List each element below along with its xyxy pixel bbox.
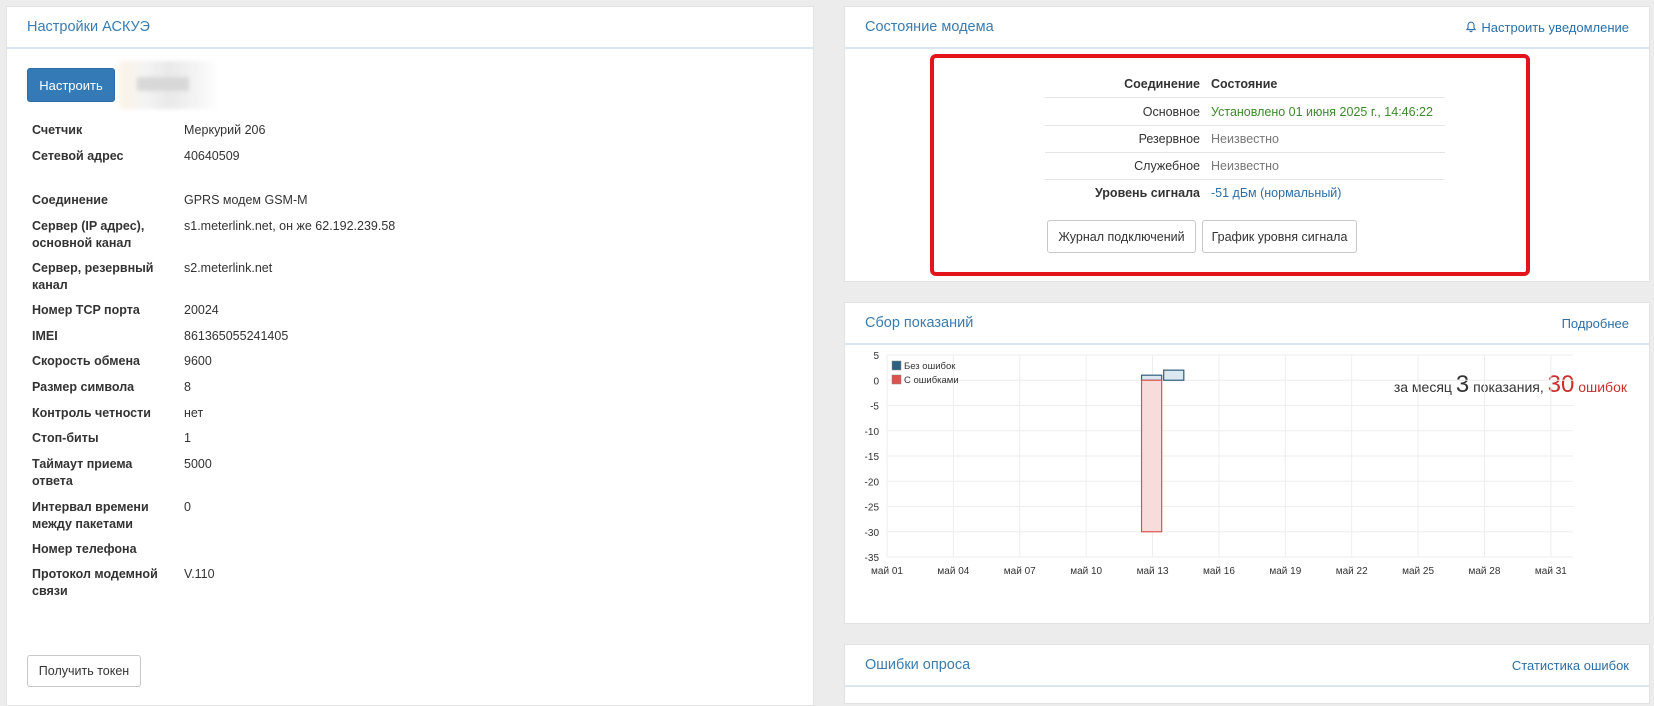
notify-settings-label: Настроить уведомление <box>1481 19 1629 35</box>
x-tick-label: май 10 <box>1070 566 1102 577</box>
errors-panel-title: Ошибки опроса <box>865 657 971 673</box>
y-tick-label: -20 <box>865 477 880 488</box>
signal-value: -51 дБм (нормальный) <box>1211 186 1342 200</box>
bell-icon <box>1466 21 1477 33</box>
connection-name: Резервное <box>1138 132 1200 146</box>
kv-value: 1 <box>184 431 191 445</box>
kv-key: Размер символа <box>32 380 135 394</box>
askue-panel-title: Настройки АСКУЭ <box>27 19 150 35</box>
y-tick-label: -30 <box>865 528 880 539</box>
connection-state: Неизвестно <box>1211 159 1279 173</box>
legend-swatch <box>891 360 902 371</box>
readings-panel: Сбор показаний Подробнее за месяц 3 пока… <box>844 302 1650 624</box>
kv-key: Таймаут приема ответа <box>32 457 133 488</box>
kv-value: 20024 <box>184 303 219 317</box>
modem-state-panel: Состояние модема Настроить уведомление С… <box>844 6 1650 282</box>
kv-value: нет <box>184 406 204 420</box>
x-tick-label: май 31 <box>1535 566 1567 577</box>
kv-key: Номер TCP порта <box>32 303 140 317</box>
kv-key: Сетевой адрес <box>32 149 124 163</box>
legend-label: С ошибками <box>904 375 959 386</box>
y-tick-label: -35 <box>865 553 880 564</box>
kv-key: Протокол модемной связи <box>32 567 158 598</box>
y-tick-label: 0 <box>873 376 879 387</box>
kv-value: 0 <box>184 500 191 514</box>
connection-state: Установлено 01 июня 2025 г., 14:46:22 <box>1211 105 1433 119</box>
kv-value: 5000 <box>184 457 212 471</box>
column-header-state: Состояние <box>1211 77 1278 91</box>
x-tick-label: май 22 <box>1336 566 1368 577</box>
kv-value: 8 <box>184 380 191 394</box>
connection-name: Основное <box>1142 105 1200 119</box>
x-tick-label: май 16 <box>1203 566 1235 577</box>
chart-bar <box>1140 379 1163 533</box>
readings-chart: 5 0 -5 -10 -15 -20 -25 -30 -35 май 01 май 04 май 07… <box>865 351 1573 577</box>
y-tick-label: -5 <box>870 402 879 413</box>
y-tick-label: -25 <box>865 503 880 514</box>
y-tick-label: -15 <box>865 452 880 463</box>
get-token-button[interactable]: Получить токен <box>27 655 141 687</box>
connection-name: Служебное <box>1134 159 1200 173</box>
signal-label: Уровень сигнала <box>1095 186 1200 200</box>
column-header-connection: Соединение <box>1124 77 1200 91</box>
askue-panel-header: Настройки АСКУЭ <box>7 7 813 49</box>
modem-row-main: Основное Установлено 01 июня 2025 г., 14… <box>1045 98 1445 126</box>
chart-bar <box>1163 369 1185 381</box>
kv-key: Контроль четности <box>32 406 151 420</box>
kv-value: s1.meterlink.net, он же 62.192.239.58 <box>184 219 396 233</box>
x-tick-label: май 13 <box>1137 566 1169 577</box>
error-stats-link[interactable]: Статистика ошибок <box>1512 658 1629 673</box>
legend-swatch <box>891 374 902 385</box>
kv-value: Меркурий 206 <box>184 123 266 137</box>
kv-value: 861365055241405 <box>184 329 289 343</box>
kv-key: Интервал времени между пакетами <box>32 500 149 531</box>
kv-value: V.110 <box>184 567 215 581</box>
kv-key: Скорость обмена <box>32 354 140 368</box>
kv-value: 40640509 <box>184 149 240 163</box>
readings-panel-header: Сбор показаний Подробнее <box>845 303 1649 345</box>
modem-row-service: Служебное Неизвестно <box>1045 152 1445 180</box>
kv-key: Соединение <box>32 193 108 207</box>
kv-key: Сервер, резервный канал <box>32 261 154 292</box>
x-tick-label: май 19 <box>1269 566 1301 577</box>
legend-label: Без ошибок <box>904 361 956 372</box>
notify-settings-link[interactable]: Настроить уведомление <box>1465 20 1629 35</box>
modem-panel-title: Состояние модема <box>865 19 994 35</box>
modem-row-signal: Уровень сигнала -51 дБм (нормальный) <box>1045 179 1445 207</box>
errors-panel-header: Ошибки опроса Статистика ошибок <box>845 645 1649 687</box>
kv-key: IMEI <box>32 329 58 343</box>
askue-settings-panel: Настройки АСКУЭ Настроить Счетчик Меркур… <box>6 6 814 706</box>
more-link[interactable]: Подробнее <box>1562 316 1629 331</box>
kv-value: s2.meterlink.net <box>184 261 273 275</box>
modem-row-reserve: Резервное Неизвестно <box>1045 125 1445 153</box>
poll-errors-panel: Ошибки опроса Статистика ошибок <box>844 644 1650 704</box>
modem-table-header: Соединение Состояние <box>1045 70 1445 98</box>
kv-value: GPRS модем GSM-M <box>184 193 308 207</box>
configure-button[interactable]: Настроить <box>27 68 115 102</box>
signal-chart-button[interactable]: График уровня сигнала <box>1202 220 1357 253</box>
connection-state: Неизвестно <box>1211 132 1279 146</box>
kv-key: Стоп-биты <box>32 431 99 445</box>
blurred-label <box>119 61 219 109</box>
kv-value: 9600 <box>184 354 212 368</box>
x-tick-label: май 01 <box>871 566 903 577</box>
y-tick-label: -10 <box>865 427 880 438</box>
readings-panel-title: Сбор показаний <box>865 315 974 331</box>
chart-bar <box>1140 374 1163 381</box>
x-tick-label: май 25 <box>1402 566 1434 577</box>
kv-key: Сервер (IP адрес), основной канал <box>32 219 145 250</box>
modem-panel-header: Состояние модема Настроить уведомление <box>845 7 1649 49</box>
x-tick-label: май 07 <box>1004 566 1036 577</box>
kv-key: Счетчик <box>32 123 83 137</box>
connection-log-button[interactable]: Журнал подключений <box>1047 220 1196 253</box>
x-tick-label: май 28 <box>1469 566 1501 577</box>
y-tick-label: 5 <box>873 351 879 362</box>
x-tick-label: май 04 <box>937 566 969 577</box>
kv-key: Номер телефона <box>32 542 137 556</box>
